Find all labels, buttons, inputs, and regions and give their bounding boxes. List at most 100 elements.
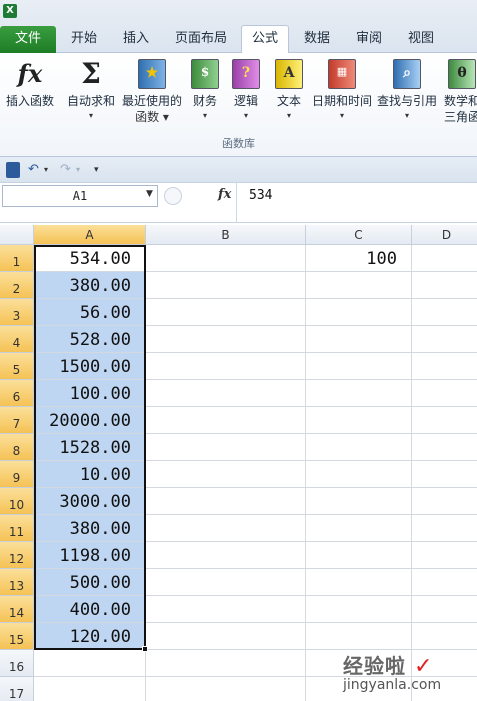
cell-a[interactable]: 534.00 bbox=[34, 245, 146, 272]
cell[interactable] bbox=[412, 272, 477, 299]
chevron-down-icon[interactable]: ▼ bbox=[146, 189, 153, 199]
cell[interactable] bbox=[412, 407, 477, 434]
row-header[interactable]: 17 bbox=[0, 677, 34, 701]
redo-icon[interactable]: ↷ bbox=[60, 162, 71, 178]
cell[interactable] bbox=[146, 461, 306, 488]
cell[interactable] bbox=[306, 623, 412, 650]
insert-function-button[interactable]: fx 插入函数 bbox=[2, 57, 58, 109]
cell-c1[interactable]: 100 bbox=[306, 245, 412, 272]
tab-file[interactable]: 文件 bbox=[0, 26, 56, 53]
row-header[interactable]: 15 bbox=[0, 623, 34, 650]
cell[interactable] bbox=[146, 326, 306, 353]
cell[interactable] bbox=[412, 542, 477, 569]
row-header[interactable]: 11 bbox=[0, 515, 34, 542]
cell-a[interactable]: 528.00 bbox=[34, 326, 146, 353]
cell[interactable] bbox=[146, 623, 306, 650]
row-header[interactable]: 3 bbox=[0, 299, 34, 326]
insert-function-fx-icon[interactable]: fx bbox=[218, 187, 231, 202]
cell[interactable] bbox=[306, 407, 412, 434]
row-header[interactable]: 6 bbox=[0, 380, 34, 407]
tab-review[interactable]: 审阅 bbox=[345, 26, 393, 53]
cell[interactable] bbox=[146, 380, 306, 407]
math-trig-button[interactable]: θ 数学和 三角函 bbox=[442, 57, 477, 125]
cell[interactable] bbox=[306, 272, 412, 299]
row-header[interactable]: 16 bbox=[0, 650, 34, 677]
cell[interactable] bbox=[412, 461, 477, 488]
cell[interactable] bbox=[146, 407, 306, 434]
cell[interactable] bbox=[146, 542, 306, 569]
undo-dropdown-icon[interactable]: ▾ bbox=[44, 162, 48, 178]
row-header[interactable]: 12 bbox=[0, 542, 34, 569]
row-header[interactable]: 7 bbox=[0, 407, 34, 434]
tab-page-layout[interactable]: 页面布局 bbox=[166, 26, 236, 53]
cell[interactable] bbox=[146, 596, 306, 623]
row-header[interactable]: 5 bbox=[0, 353, 34, 380]
cell[interactable] bbox=[306, 353, 412, 380]
cell-a[interactable]: 380.00 bbox=[34, 272, 146, 299]
cell[interactable] bbox=[412, 353, 477, 380]
cell[interactable] bbox=[306, 569, 412, 596]
cell-a[interactable]: 20000.00 bbox=[34, 407, 146, 434]
select-all-corner[interactable] bbox=[0, 225, 34, 245]
cell-a[interactable]: 120.00 bbox=[34, 623, 146, 650]
cell[interactable] bbox=[146, 650, 306, 677]
row-header[interactable]: 14 bbox=[0, 596, 34, 623]
cell[interactable] bbox=[412, 569, 477, 596]
cell[interactable] bbox=[412, 488, 477, 515]
cell-a[interactable]: 500.00 bbox=[34, 569, 146, 596]
row-header[interactable]: 8 bbox=[0, 434, 34, 461]
row-header[interactable]: 1 bbox=[0, 245, 34, 272]
cell-a[interactable]: 100.00 bbox=[34, 380, 146, 407]
cell[interactable] bbox=[412, 515, 477, 542]
cell[interactable] bbox=[306, 596, 412, 623]
cell[interactable] bbox=[412, 380, 477, 407]
tab-home[interactable]: 开始 bbox=[60, 26, 108, 53]
cell[interactable] bbox=[146, 272, 306, 299]
cell-a[interactable]: 1500.00 bbox=[34, 353, 146, 380]
save-icon[interactable] bbox=[6, 162, 20, 178]
column-header-c[interactable]: C bbox=[306, 225, 412, 245]
cell-a[interactable] bbox=[34, 650, 146, 677]
cell[interactable] bbox=[146, 245, 306, 272]
logical-button[interactable]: ? 逻辑 ▾ bbox=[228, 57, 264, 123]
tab-view[interactable]: 视图 bbox=[397, 26, 445, 53]
fill-handle[interactable] bbox=[142, 646, 148, 652]
cell-a[interactable]: 56.00 bbox=[34, 299, 146, 326]
row-header[interactable]: 10 bbox=[0, 488, 34, 515]
cell[interactable] bbox=[412, 596, 477, 623]
formula-bar-resize-handle[interactable] bbox=[164, 187, 182, 205]
cell[interactable] bbox=[306, 542, 412, 569]
cell-a[interactable]: 3000.00 bbox=[34, 488, 146, 515]
cell[interactable] bbox=[412, 623, 477, 650]
tab-insert[interactable]: 插入 bbox=[112, 26, 160, 53]
recently-used-button[interactable]: ★ 最近使用的 函数 ▾ bbox=[120, 57, 184, 125]
text-button[interactable]: A 文本 ▾ bbox=[271, 57, 307, 123]
cell[interactable] bbox=[306, 488, 412, 515]
column-header-d[interactable]: D bbox=[412, 225, 477, 245]
undo-icon[interactable]: ↶ bbox=[28, 162, 39, 178]
date-time-button[interactable]: ▦ 日期和时间 ▾ bbox=[310, 57, 374, 123]
cell[interactable] bbox=[146, 488, 306, 515]
cell-a[interactable]: 1198.00 bbox=[34, 542, 146, 569]
cell[interactable] bbox=[306, 380, 412, 407]
cell[interactable] bbox=[146, 353, 306, 380]
row-header[interactable]: 9 bbox=[0, 461, 34, 488]
redo-dropdown-icon[interactable]: ▾ bbox=[76, 162, 80, 178]
cell-a[interactable]: 400.00 bbox=[34, 596, 146, 623]
cell[interactable] bbox=[412, 434, 477, 461]
autosum-button[interactable]: Σ 自动求和 ▾ bbox=[63, 57, 119, 123]
cell[interactable] bbox=[146, 434, 306, 461]
name-box[interactable]: A1 bbox=[2, 185, 158, 207]
cell[interactable] bbox=[306, 461, 412, 488]
customize-toolbar-icon[interactable]: ▾ bbox=[94, 162, 99, 178]
excel-icon[interactable]: X bbox=[3, 4, 17, 18]
cell[interactable] bbox=[306, 299, 412, 326]
tab-formulas[interactable]: 公式 bbox=[241, 25, 289, 53]
financial-button[interactable]: $ 财务 ▾ bbox=[187, 57, 223, 123]
cell[interactable] bbox=[146, 677, 306, 701]
cell[interactable] bbox=[306, 515, 412, 542]
cell[interactable] bbox=[306, 326, 412, 353]
lookup-reference-button[interactable]: ⌕ 查找与引用 ▾ bbox=[376, 57, 438, 123]
cell[interactable] bbox=[412, 245, 477, 272]
cell-a[interactable] bbox=[34, 677, 146, 701]
